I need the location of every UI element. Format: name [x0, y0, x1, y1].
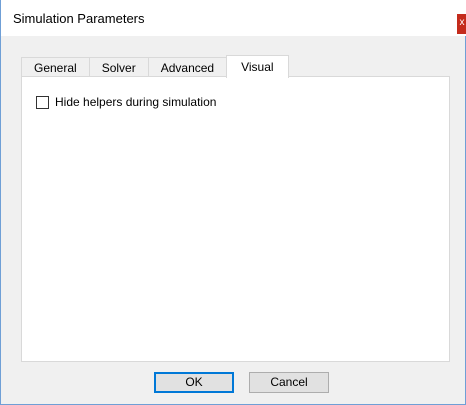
tab-solver[interactable]: Solver — [88, 57, 149, 77]
visual-tab-panel: Hide helpers during simulation — [21, 76, 450, 362]
close-button[interactable]: x — [457, 14, 466, 34]
close-icon: x — [459, 17, 465, 28]
tab-strip: General Solver Advanced Visual — [21, 55, 289, 78]
simulation-parameters-dialog: Simulation Parameters x General Solver A… — [0, 0, 466, 405]
window-title: Simulation Parameters — [13, 11, 145, 26]
tab-visual[interactable]: Visual — [226, 55, 289, 78]
cancel-button[interactable]: Cancel — [249, 372, 329, 393]
title-bar: Simulation Parameters x — [1, 0, 466, 36]
hide-helpers-checkbox[interactable] — [36, 95, 49, 109]
hide-helpers-option[interactable]: Hide helpers during simulation — [36, 95, 216, 109]
tab-general[interactable]: General — [21, 57, 90, 77]
hide-helpers-label: Hide helpers during simulation — [55, 95, 217, 109]
tab-advanced[interactable]: Advanced — [147, 57, 228, 77]
ok-button[interactable]: OK — [154, 372, 234, 393]
